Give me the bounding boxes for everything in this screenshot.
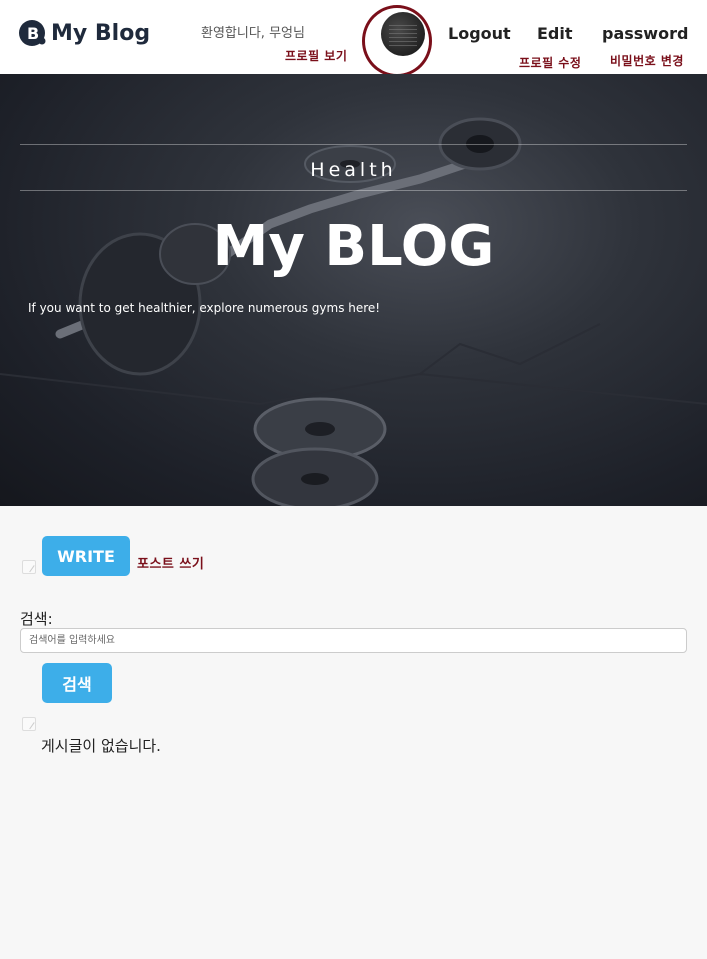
search-button[interactable]: 검색: [42, 663, 112, 703]
search-input[interactable]: [20, 628, 687, 653]
write-post-note: 포스트 쓰기: [137, 557, 205, 572]
welcome-message: 환영합니다, 무엉님: [201, 26, 305, 41]
hero-subtitle: If you want to get healthier, explore nu…: [28, 301, 381, 315]
edit-profile-note: 프로필 수정: [519, 56, 582, 70]
view-profile-note: 프로필 보기: [285, 49, 348, 63]
change-password-note: 비밀번호 변경: [610, 54, 684, 68]
password-link[interactable]: password: [602, 24, 688, 43]
search-label: 검색:: [20, 610, 53, 628]
hero-banner: Health My BLOG If you want to get health…: [0, 74, 707, 506]
hero-divider-top: [20, 144, 687, 145]
brand-logo-icon: B: [19, 19, 47, 47]
hero-divider-bottom: [20, 190, 687, 191]
broken-image-icon: [22, 560, 36, 574]
svg-text:B: B: [27, 24, 39, 43]
profile-avatar[interactable]: [381, 12, 425, 56]
write-button[interactable]: WRITE: [42, 536, 130, 576]
hero-title: My BLOG: [212, 214, 495, 279]
brand-name: My Blog: [51, 20, 151, 46]
edit-image-icon: [22, 717, 36, 731]
hero-category-tag: Health: [310, 159, 397, 181]
brand-logo[interactable]: B My Blog: [19, 19, 150, 47]
logout-link[interactable]: Logout: [448, 24, 511, 43]
dumbbell-background-image: [0, 117, 707, 506]
empty-posts-message: 게시글이 없습니다.: [41, 737, 161, 755]
site-header: B My Blog 환영합니다, 무엉님 Logout Edit passwor…: [0, 0, 707, 77]
edit-link[interactable]: Edit: [537, 24, 573, 43]
